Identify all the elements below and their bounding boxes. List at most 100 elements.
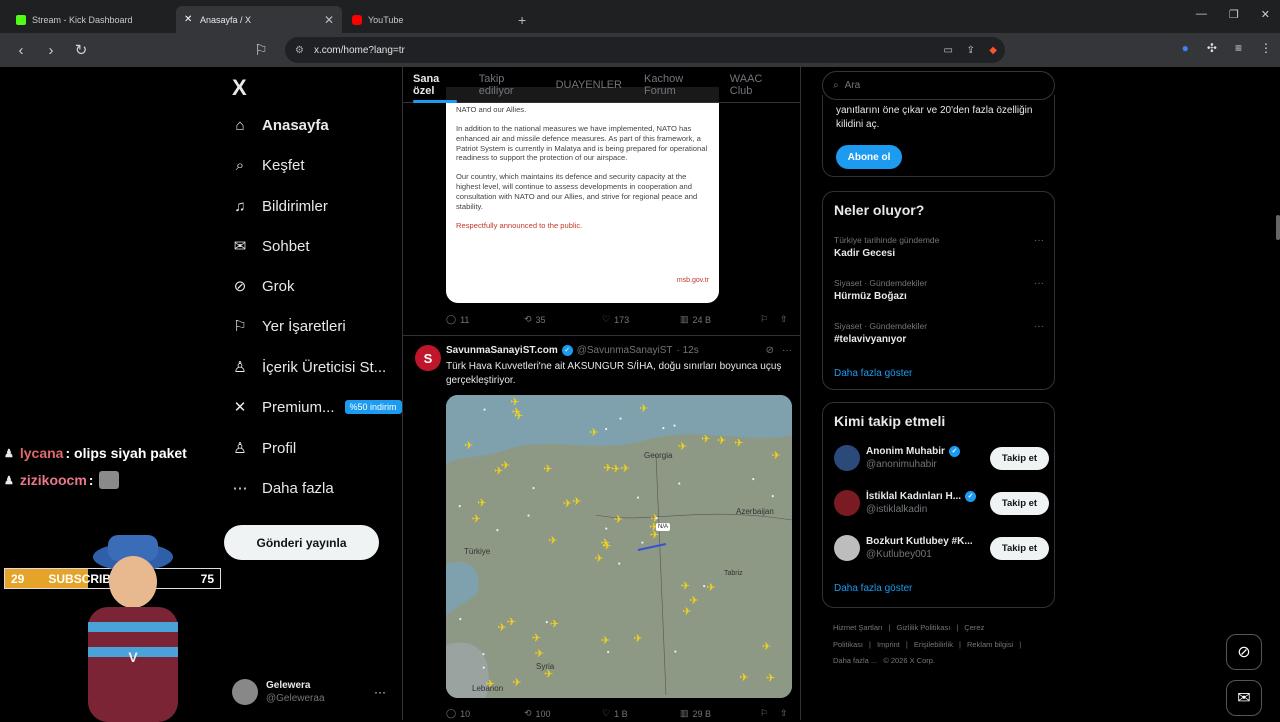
site-info-icon[interactable]: ⚙: [295, 45, 304, 56]
sidebar-item-creator[interactable]: ♙ İçerik Üreticisi St...: [230, 357, 386, 377]
sidebar-item-bookmark[interactable]: ⚐ Yer İşaretleri: [230, 316, 345, 336]
restore-icon[interactable]: ❐: [1229, 8, 1239, 21]
tweet-media-map[interactable]: ● ✈ ✈ ● ✈ ✈ ● ✈ ✈ ● ✈ ✈ ● ✈ ✈ ● ✈ ✈ ● ✈ ✈ ● ✈ ✈ ● ✈ ✈ ● ✈ ✈ ● ✈ ✈ ● ✈ ✈ ● ✈ ✈ ●…: [446, 395, 792, 698]
tab-waac-club[interactable]: WAAC Club: [730, 67, 780, 103]
like-button[interactable]: ♡ 1 B: [602, 708, 680, 719]
aircraft-marker-icon: ●: [607, 650, 610, 656]
follow-button[interactable]: Takip et: [990, 536, 1049, 560]
tweet-author-handle[interactable]: @SavunmaSanayiST: [577, 345, 673, 356]
aircraft-marker-icon: ●: [605, 427, 608, 433]
toolbar-extensions: ● ✣ ≡ ⋮: [1182, 41, 1272, 55]
playlist-icon[interactable]: ≡: [1235, 41, 1242, 55]
messages-float-button[interactable]: ✉: [1226, 680, 1262, 716]
browser-tab-kick[interactable]: Stream - Kick Dashboard: [8, 6, 174, 33]
tab-for-you[interactable]: Sana özel: [413, 67, 457, 103]
follow-suggestion[interactable]: Anonim Muhabir ✓ @anonimuhabir Takip et: [834, 445, 1049, 471]
footer-link[interactable]: Imprint: [877, 640, 900, 649]
trend-more-icon[interactable]: ···: [1034, 321, 1044, 332]
tab-duayenler[interactable]: DUAYENLER: [556, 67, 622, 103]
reply-button[interactable]: ◯ 10: [446, 708, 524, 719]
forward-icon[interactable]: ›: [36, 42, 66, 59]
trend-item[interactable]: Siyaset · Gündemdekiler Hürmüz Boğazı ··…: [834, 278, 1044, 302]
subscribe-button[interactable]: Abone ol: [836, 145, 902, 169]
bookmark-icon[interactable]: ⚐: [760, 314, 780, 325]
aircraft-marker-icon: ✈: [477, 497, 486, 509]
tweet-divider: [403, 335, 800, 336]
share-icon[interactable]: ⇪: [967, 45, 975, 56]
close-tab-icon[interactable]: ✕: [324, 13, 334, 27]
aircraft-marker-icon: ●: [483, 407, 486, 413]
avatar[interactable]: S: [415, 345, 441, 371]
footer-link[interactable]: Gizlilik Politikası: [897, 623, 951, 632]
account-more-icon[interactable]: ···: [374, 685, 386, 699]
avatar: [834, 445, 860, 471]
tweet-time[interactable]: · 12s: [676, 345, 698, 356]
extension-icon[interactable]: ●: [1182, 41, 1189, 55]
follow-button[interactable]: Takip et: [990, 491, 1049, 515]
bookmark-page-icon[interactable]: ⚐: [246, 41, 276, 59]
scrollbar[interactable]: [1276, 215, 1280, 240]
aircraft-marker-icon: ✈: [771, 450, 780, 462]
sidebar-item-home[interactable]: ⌂ Anasayfa: [230, 115, 328, 135]
x-logo[interactable]: X: [232, 75, 247, 101]
map-label: Azerbaijan: [736, 507, 774, 516]
tweet-more-icon[interactable]: ···: [782, 345, 792, 356]
follow-suggestion[interactable]: Bozkurt Kutlubey #K... @Kutlubey001 Taki…: [834, 535, 1049, 561]
grok-icon[interactable]: ⊘: [766, 345, 774, 356]
footer-link[interactable]: Hizmet Şartları: [833, 623, 883, 632]
trends-show-more-link[interactable]: Daha fazla göster: [834, 368, 912, 379]
follow-show-more-link[interactable]: Daha fazla göster: [834, 583, 912, 594]
aircraft-marker-icon: ✈: [594, 553, 603, 565]
post-button[interactable]: Gönderi yayınla: [224, 525, 379, 560]
footer-link[interactable]: Reklam bilgisi: [967, 640, 1013, 649]
grok-float-button[interactable]: ⊘: [1226, 634, 1262, 670]
views-button[interactable]: ▥ 29 B: [680, 708, 760, 719]
repost-button[interactable]: ⟲ 100: [524, 708, 602, 719]
footer-link[interactable]: © 2026 X Corp.: [883, 656, 935, 665]
like-button[interactable]: ♡ 173: [602, 314, 680, 325]
aircraft-marker-icon: ●: [532, 485, 535, 491]
views-button[interactable]: ▥ 24 B: [680, 314, 760, 325]
minimize-icon[interactable]: —: [1196, 8, 1207, 21]
trend-more-icon[interactable]: ···: [1034, 278, 1044, 289]
trend-more-icon[interactable]: ···: [1034, 235, 1044, 246]
sidebar-item-grok[interactable]: ⊘ Grok: [230, 276, 295, 296]
sidebar-item-profile[interactable]: ♙ Profil: [230, 438, 296, 458]
close-window-icon[interactable]: ✕: [1261, 8, 1270, 21]
cast-icon[interactable]: ▭: [944, 45, 953, 56]
bookmark-icon[interactable]: ⚐: [760, 708, 780, 719]
footer-link[interactable]: Erişilebilirlik: [914, 640, 953, 649]
browser-tab-youtube[interactable]: YouTube: [344, 6, 510, 33]
sidebar-item-search[interactable]: ⌕ Keşfet: [230, 155, 305, 175]
sidebar-item-x[interactable]: ✕ Premium... %50 indirim: [230, 397, 402, 417]
follow-button[interactable]: Takip et: [990, 446, 1049, 470]
footer-link[interactable]: Daha fazla ...: [833, 656, 877, 665]
sidebar-item-bell[interactable]: ♫ Bildirimler: [230, 196, 327, 216]
reload-icon[interactable]: ↻: [66, 41, 96, 59]
sidebar-item-more[interactable]: ⋯ Daha fazla: [230, 478, 334, 498]
tweet-header: SavunmaSanayiST.com ✓ @SavunmaSanayiST ·…: [446, 345, 796, 356]
browser-tab-x[interactable]: ✕ Anasayfa / X ✕: [176, 6, 342, 33]
repost-button[interactable]: ⟲ 35: [524, 314, 602, 325]
puzzle-icon[interactable]: ✣: [1207, 41, 1217, 55]
trend-item[interactable]: Türkiye tarihinde gündemde Kadir Gecesi …: [834, 235, 1044, 259]
account-switcher[interactable]: Gelewera @Geleweraa ···: [232, 679, 386, 705]
trend-item[interactable]: Siyaset · Gündemdekiler #telavivyanıyor …: [834, 321, 1044, 345]
follow-suggestion[interactable]: İstiklal Kadınları H... ✓ @istiklalkadin …: [834, 490, 1049, 516]
reply-button[interactable]: ◯ 11: [446, 314, 524, 325]
address-bar[interactable]: ⚙ x.com/home?lang=tr ▭ ⇪ ◆: [285, 37, 1005, 63]
tab-following[interactable]: Takip ediliyor: [479, 67, 534, 103]
menu-icon[interactable]: ⋮: [1260, 41, 1272, 55]
share-icon[interactable]: ⇧: [780, 314, 788, 325]
sidebar-item-mail[interactable]: ✉ Sohbet: [230, 236, 310, 256]
doc-paragraph: In addition to the national measures we …: [456, 123, 708, 163]
brave-shield-icon[interactable]: ◆: [989, 45, 997, 56]
share-icon[interactable]: ⇧: [780, 708, 788, 719]
search-icon: ⌕: [833, 80, 839, 91]
tweet-author-name[interactable]: SavunmaSanayiST.com: [446, 345, 558, 356]
tweet-media-document[interactable]: NATO and our Allies. In addition to the …: [446, 87, 719, 303]
back-icon[interactable]: ‹: [6, 42, 36, 59]
tab-kachow-forum[interactable]: Kachow Forum: [644, 67, 708, 103]
new-tab-button[interactable]: +: [518, 6, 526, 33]
aircraft-marker-icon: ●: [673, 423, 676, 429]
